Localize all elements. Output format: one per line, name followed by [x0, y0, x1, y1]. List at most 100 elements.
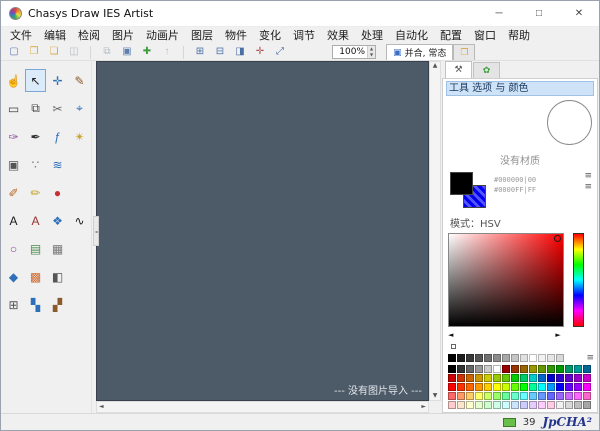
lasso-tool[interactable]: ✂: [47, 97, 68, 120]
airbrush-tool[interactable]: ∵: [25, 153, 46, 176]
menu-item-3[interactable]: 检阅: [72, 27, 106, 44]
palette-swatch[interactable]: [466, 392, 474, 400]
palette-swatch[interactable]: [502, 365, 510, 373]
grayscale-swatch[interactable]: [448, 354, 456, 362]
palette-swatch[interactable]: [457, 374, 465, 382]
gradient-tool[interactable]: ◧: [47, 265, 68, 288]
palette-swatch[interactable]: [520, 365, 528, 373]
palette-swatch[interactable]: [511, 374, 519, 382]
palette-swatch[interactable]: [547, 392, 555, 400]
vertical-scrollbar[interactable]: ▲ ▼: [429, 61, 441, 401]
fit-screen-button[interactable]: ⤢: [270, 45, 290, 60]
grayscale-swatch[interactable]: [556, 354, 564, 362]
palette-swatch[interactable]: [466, 365, 474, 373]
saturation-value-gradient[interactable]: [448, 233, 564, 327]
effects-brush-tool[interactable]: ƒ: [47, 125, 68, 148]
zoom-tool[interactable]: ⌖: [69, 97, 90, 120]
hand-tool[interactable]: ☝: [3, 69, 24, 92]
palette-swatch[interactable]: [484, 401, 492, 409]
palette-swatch[interactable]: [565, 383, 573, 391]
grid-view-button[interactable]: ⊞: [190, 45, 210, 60]
close-button[interactable]: ✕: [559, 1, 599, 26]
palette-swatch[interactable]: [475, 383, 483, 391]
crop-tool[interactable]: ⧉: [25, 97, 46, 120]
palette-swatch[interactable]: [493, 383, 501, 391]
palette-swatch[interactable]: [457, 392, 465, 400]
palette-swatch[interactable]: [475, 392, 483, 400]
select-tool[interactable]: ↖: [25, 69, 46, 92]
canvas-size-button[interactable]: ◨: [230, 45, 250, 60]
menu-item-15[interactable]: 帮助: [502, 27, 536, 44]
palette-swatch[interactable]: [538, 365, 546, 373]
palette-swatch[interactable]: [574, 383, 582, 391]
toolbox-collapse-handle[interactable]: ◄: [93, 216, 99, 246]
palette-swatch[interactable]: [556, 383, 564, 391]
menu-item-7[interactable]: 物件: [219, 27, 253, 44]
palette-swatch[interactable]: [502, 392, 510, 400]
acquire-button[interactable]: ✚: [137, 45, 157, 60]
menu-item-9[interactable]: 调节: [287, 27, 321, 44]
palette-swatch[interactable]: [520, 392, 528, 400]
palette-swatch[interactable]: [565, 365, 573, 373]
palette-swatch[interactable]: [565, 392, 573, 400]
palette-swatch[interactable]: [538, 374, 546, 382]
foreground-menu-icon[interactable]: ≡: [584, 172, 592, 180]
open-special-button[interactable]: ❏: [44, 45, 64, 60]
palette-swatch[interactable]: [466, 401, 474, 409]
scroll-down-icon[interactable]: ▼: [433, 393, 438, 399]
grayscale-swatch[interactable]: [475, 354, 483, 362]
palette-swatch[interactable]: [448, 365, 456, 373]
text-art-tool[interactable]: A: [25, 209, 46, 232]
palette-swatch[interactable]: [565, 374, 573, 382]
text-tool[interactable]: A: [3, 209, 24, 232]
palette-swatch[interactable]: [556, 365, 564, 373]
palette-swatch[interactable]: [556, 392, 564, 400]
palette-swatch[interactable]: [502, 374, 510, 382]
fill-tool[interactable]: ◆: [3, 265, 24, 288]
color-picker-tool[interactable]: ✎: [69, 69, 90, 92]
ellipse-tool[interactable]: ○: [3, 237, 24, 260]
foreground-color-swatch[interactable]: [450, 172, 473, 195]
marquee-tool[interactable]: ▭: [3, 97, 24, 120]
palette-swatch[interactable]: [538, 383, 546, 391]
curve-tool[interactable]: ∿: [69, 209, 90, 232]
palette-swatch[interactable]: [529, 365, 537, 373]
image-resize-button[interactable]: ✛: [250, 45, 270, 60]
spinner-down-icon[interactable]: ▼: [368, 52, 375, 58]
palette-swatch[interactable]: [529, 383, 537, 391]
palette-swatch[interactable]: [520, 374, 528, 382]
palette-swatch[interactable]: [448, 401, 456, 409]
menu-item-8[interactable]: 变化: [253, 27, 287, 44]
palette-swatch[interactable]: [502, 401, 510, 409]
palette-swatch[interactable]: [466, 383, 474, 391]
canvas[interactable]: ◄ --- 没有图片导入 ---: [96, 61, 429, 401]
sphere-tool[interactable]: ●: [47, 181, 68, 204]
palette-swatch[interactable]: [574, 392, 582, 400]
panel-tab-resources[interactable]: ✿: [473, 62, 500, 78]
scroll-left-icon[interactable]: ◄: [99, 404, 104, 410]
palette-swatch[interactable]: [448, 374, 456, 382]
paint-tool[interactable]: ✐: [3, 181, 24, 204]
picker-cursor-icon[interactable]: [554, 235, 561, 242]
doc-tab-merged[interactable]: ▣并合, 常态: [386, 44, 453, 60]
palette-swatch[interactable]: [493, 374, 501, 382]
menu-item-1[interactable]: 文件: [4, 27, 38, 44]
palette-swatch[interactable]: [583, 392, 591, 400]
palette-swatch[interactable]: [529, 374, 537, 382]
palette-swatch[interactable]: [547, 374, 555, 382]
grayscale-swatch[interactable]: [538, 354, 546, 362]
open-folder-button[interactable]: ❐: [24, 45, 44, 60]
menu-item-4[interactable]: 图片: [106, 27, 140, 44]
color-mode-selector[interactable]: 模式：HSV: [446, 215, 594, 230]
palette-swatch[interactable]: [511, 392, 519, 400]
palette-swatch[interactable]: [583, 374, 591, 382]
palette-swatch[interactable]: [565, 401, 573, 409]
palette-swatch[interactable]: [457, 401, 465, 409]
palette-swatch[interactable]: [493, 365, 501, 373]
swatch-menu-icon[interactable]: ≡: [586, 354, 594, 362]
grayscale-swatch[interactable]: [547, 354, 555, 362]
palette-swatch[interactable]: [583, 383, 591, 391]
horizontal-scrollbar[interactable]: ◄ ►: [96, 401, 429, 413]
grayscale-swatch[interactable]: [520, 354, 528, 362]
palette-swatch[interactable]: [457, 383, 465, 391]
